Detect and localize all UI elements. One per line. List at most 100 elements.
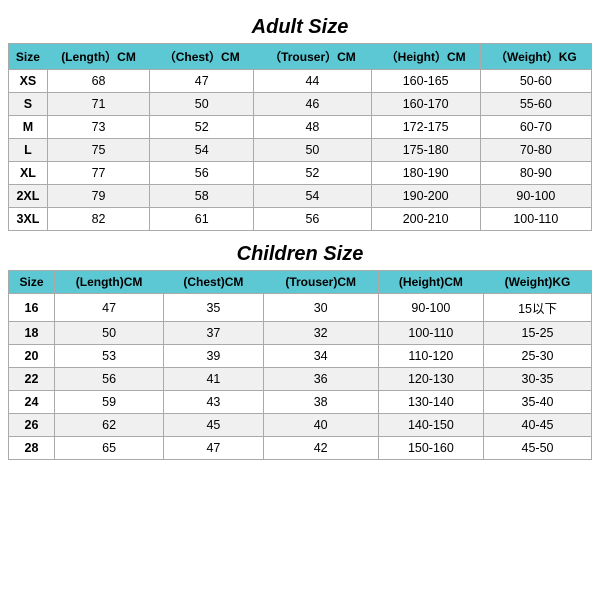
table-cell: 75 <box>47 139 149 162</box>
table-cell: 73 <box>47 116 149 139</box>
children-header-cell: (Weight)KG <box>484 271 592 294</box>
table-row: 22564136120-13030-35 <box>9 368 592 391</box>
children-table-body: 1647353090-10015以下18503732100-11015-2520… <box>9 294 592 460</box>
table-row: L755450175-18070-80 <box>9 139 592 162</box>
table-cell: 82 <box>47 208 149 231</box>
table-cell: 40-45 <box>484 414 592 437</box>
table-cell: 34 <box>263 345 378 368</box>
table-cell: 77 <box>47 162 149 185</box>
table-cell: 37 <box>164 322 263 345</box>
table-cell: 44 <box>254 70 371 93</box>
adult-header-cell: （Chest）CM <box>150 44 254 70</box>
table-cell: 58 <box>150 185 254 208</box>
table-cell: S <box>9 93 48 116</box>
table-row: M735248172-17560-70 <box>9 116 592 139</box>
table-cell: 48 <box>254 116 371 139</box>
adult-header-cell: （Trouser）CM <box>254 44 371 70</box>
table-cell: 56 <box>254 208 371 231</box>
table-cell: 26 <box>9 414 55 437</box>
table-cell: M <box>9 116 48 139</box>
table-cell: 50 <box>254 139 371 162</box>
table-cell: 68 <box>47 70 149 93</box>
adult-header-cell: Size <box>9 44 48 70</box>
children-size-table: Size(Length)CM(Chest)CM(Trouser)CM(Heigh… <box>8 270 592 460</box>
table-row: 24594338130-14035-40 <box>9 391 592 414</box>
table-row: S715046160-17055-60 <box>9 93 592 116</box>
table-row: 2XL795854190-20090-100 <box>9 185 592 208</box>
table-cell: 3XL <box>9 208 48 231</box>
children-header-cell: (Chest)CM <box>164 271 263 294</box>
table-cell: 56 <box>54 368 163 391</box>
children-header-cell: (Height)CM <box>378 271 483 294</box>
table-row: 18503732100-11015-25 <box>9 322 592 345</box>
table-cell: 32 <box>263 322 378 345</box>
table-cell: 53 <box>54 345 163 368</box>
table-cell: 47 <box>54 294 163 322</box>
table-row: 3XL826156200-210100-110 <box>9 208 592 231</box>
table-cell: 2XL <box>9 185 48 208</box>
adult-size-title: Adult Size <box>252 16 349 39</box>
children-header-cell: (Length)CM <box>54 271 163 294</box>
adult-header-cell: （Height）CM <box>371 44 480 70</box>
table-cell: 20 <box>9 345 55 368</box>
table-cell: 45-50 <box>484 437 592 460</box>
table-cell: 28 <box>9 437 55 460</box>
table-cell: 30-35 <box>484 368 592 391</box>
table-cell: 59 <box>54 391 163 414</box>
table-cell: 43 <box>164 391 263 414</box>
children-table-header: Size(Length)CM(Chest)CM(Trouser)CM(Heigh… <box>9 271 592 294</box>
adult-table-body: XS684744160-16550-60S715046160-17055-60M… <box>9 70 592 231</box>
table-cell: 54 <box>150 139 254 162</box>
table-cell: 172-175 <box>371 116 480 139</box>
table-cell: XS <box>9 70 48 93</box>
table-cell: 71 <box>47 93 149 116</box>
table-row: 26624540140-15040-45 <box>9 414 592 437</box>
table-cell: 90-100 <box>480 185 591 208</box>
table-cell: 65 <box>54 437 163 460</box>
table-cell: 41 <box>164 368 263 391</box>
table-cell: 120-130 <box>378 368 483 391</box>
table-cell: 100-110 <box>378 322 483 345</box>
table-cell: 100-110 <box>480 208 591 231</box>
table-cell: 24 <box>9 391 55 414</box>
table-cell: 180-190 <box>371 162 480 185</box>
table-cell: 18 <box>9 322 55 345</box>
children-header-cell: Size <box>9 271 55 294</box>
table-cell: 50 <box>54 322 163 345</box>
table-cell: 90-100 <box>378 294 483 322</box>
table-cell: 35-40 <box>484 391 592 414</box>
table-cell: 47 <box>164 437 263 460</box>
table-cell: 150-160 <box>378 437 483 460</box>
table-row: 28654742150-16045-50 <box>9 437 592 460</box>
table-cell: 15-25 <box>484 322 592 345</box>
adult-size-table: Size(Length）CM（Chest）CM（Trouser）CM（Heigh… <box>8 43 592 231</box>
table-cell: 54 <box>254 185 371 208</box>
table-cell: 36 <box>263 368 378 391</box>
table-cell: 110-120 <box>378 345 483 368</box>
table-cell: 56 <box>150 162 254 185</box>
table-cell: 175-180 <box>371 139 480 162</box>
children-header-cell: (Trouser)CM <box>263 271 378 294</box>
table-cell: 70-80 <box>480 139 591 162</box>
table-cell: 50-60 <box>480 70 591 93</box>
table-cell: L <box>9 139 48 162</box>
table-cell: 39 <box>164 345 263 368</box>
table-cell: 160-165 <box>371 70 480 93</box>
table-row: XL775652180-19080-90 <box>9 162 592 185</box>
table-cell: 50 <box>150 93 254 116</box>
adult-table-header: Size(Length）CM（Chest）CM（Trouser）CM（Heigh… <box>9 44 592 70</box>
table-cell: 45 <box>164 414 263 437</box>
table-cell: 40 <box>263 414 378 437</box>
table-cell: 140-150 <box>378 414 483 437</box>
table-cell: 62 <box>54 414 163 437</box>
table-cell: 55-60 <box>480 93 591 116</box>
table-cell: 79 <box>47 185 149 208</box>
table-cell: 200-210 <box>371 208 480 231</box>
table-cell: XL <box>9 162 48 185</box>
table-cell: 30 <box>263 294 378 322</box>
table-cell: 52 <box>254 162 371 185</box>
table-row: XS684744160-16550-60 <box>9 70 592 93</box>
adult-header-cell: (Length）CM <box>47 44 149 70</box>
table-cell: 15以下 <box>484 294 592 322</box>
table-cell: 47 <box>150 70 254 93</box>
